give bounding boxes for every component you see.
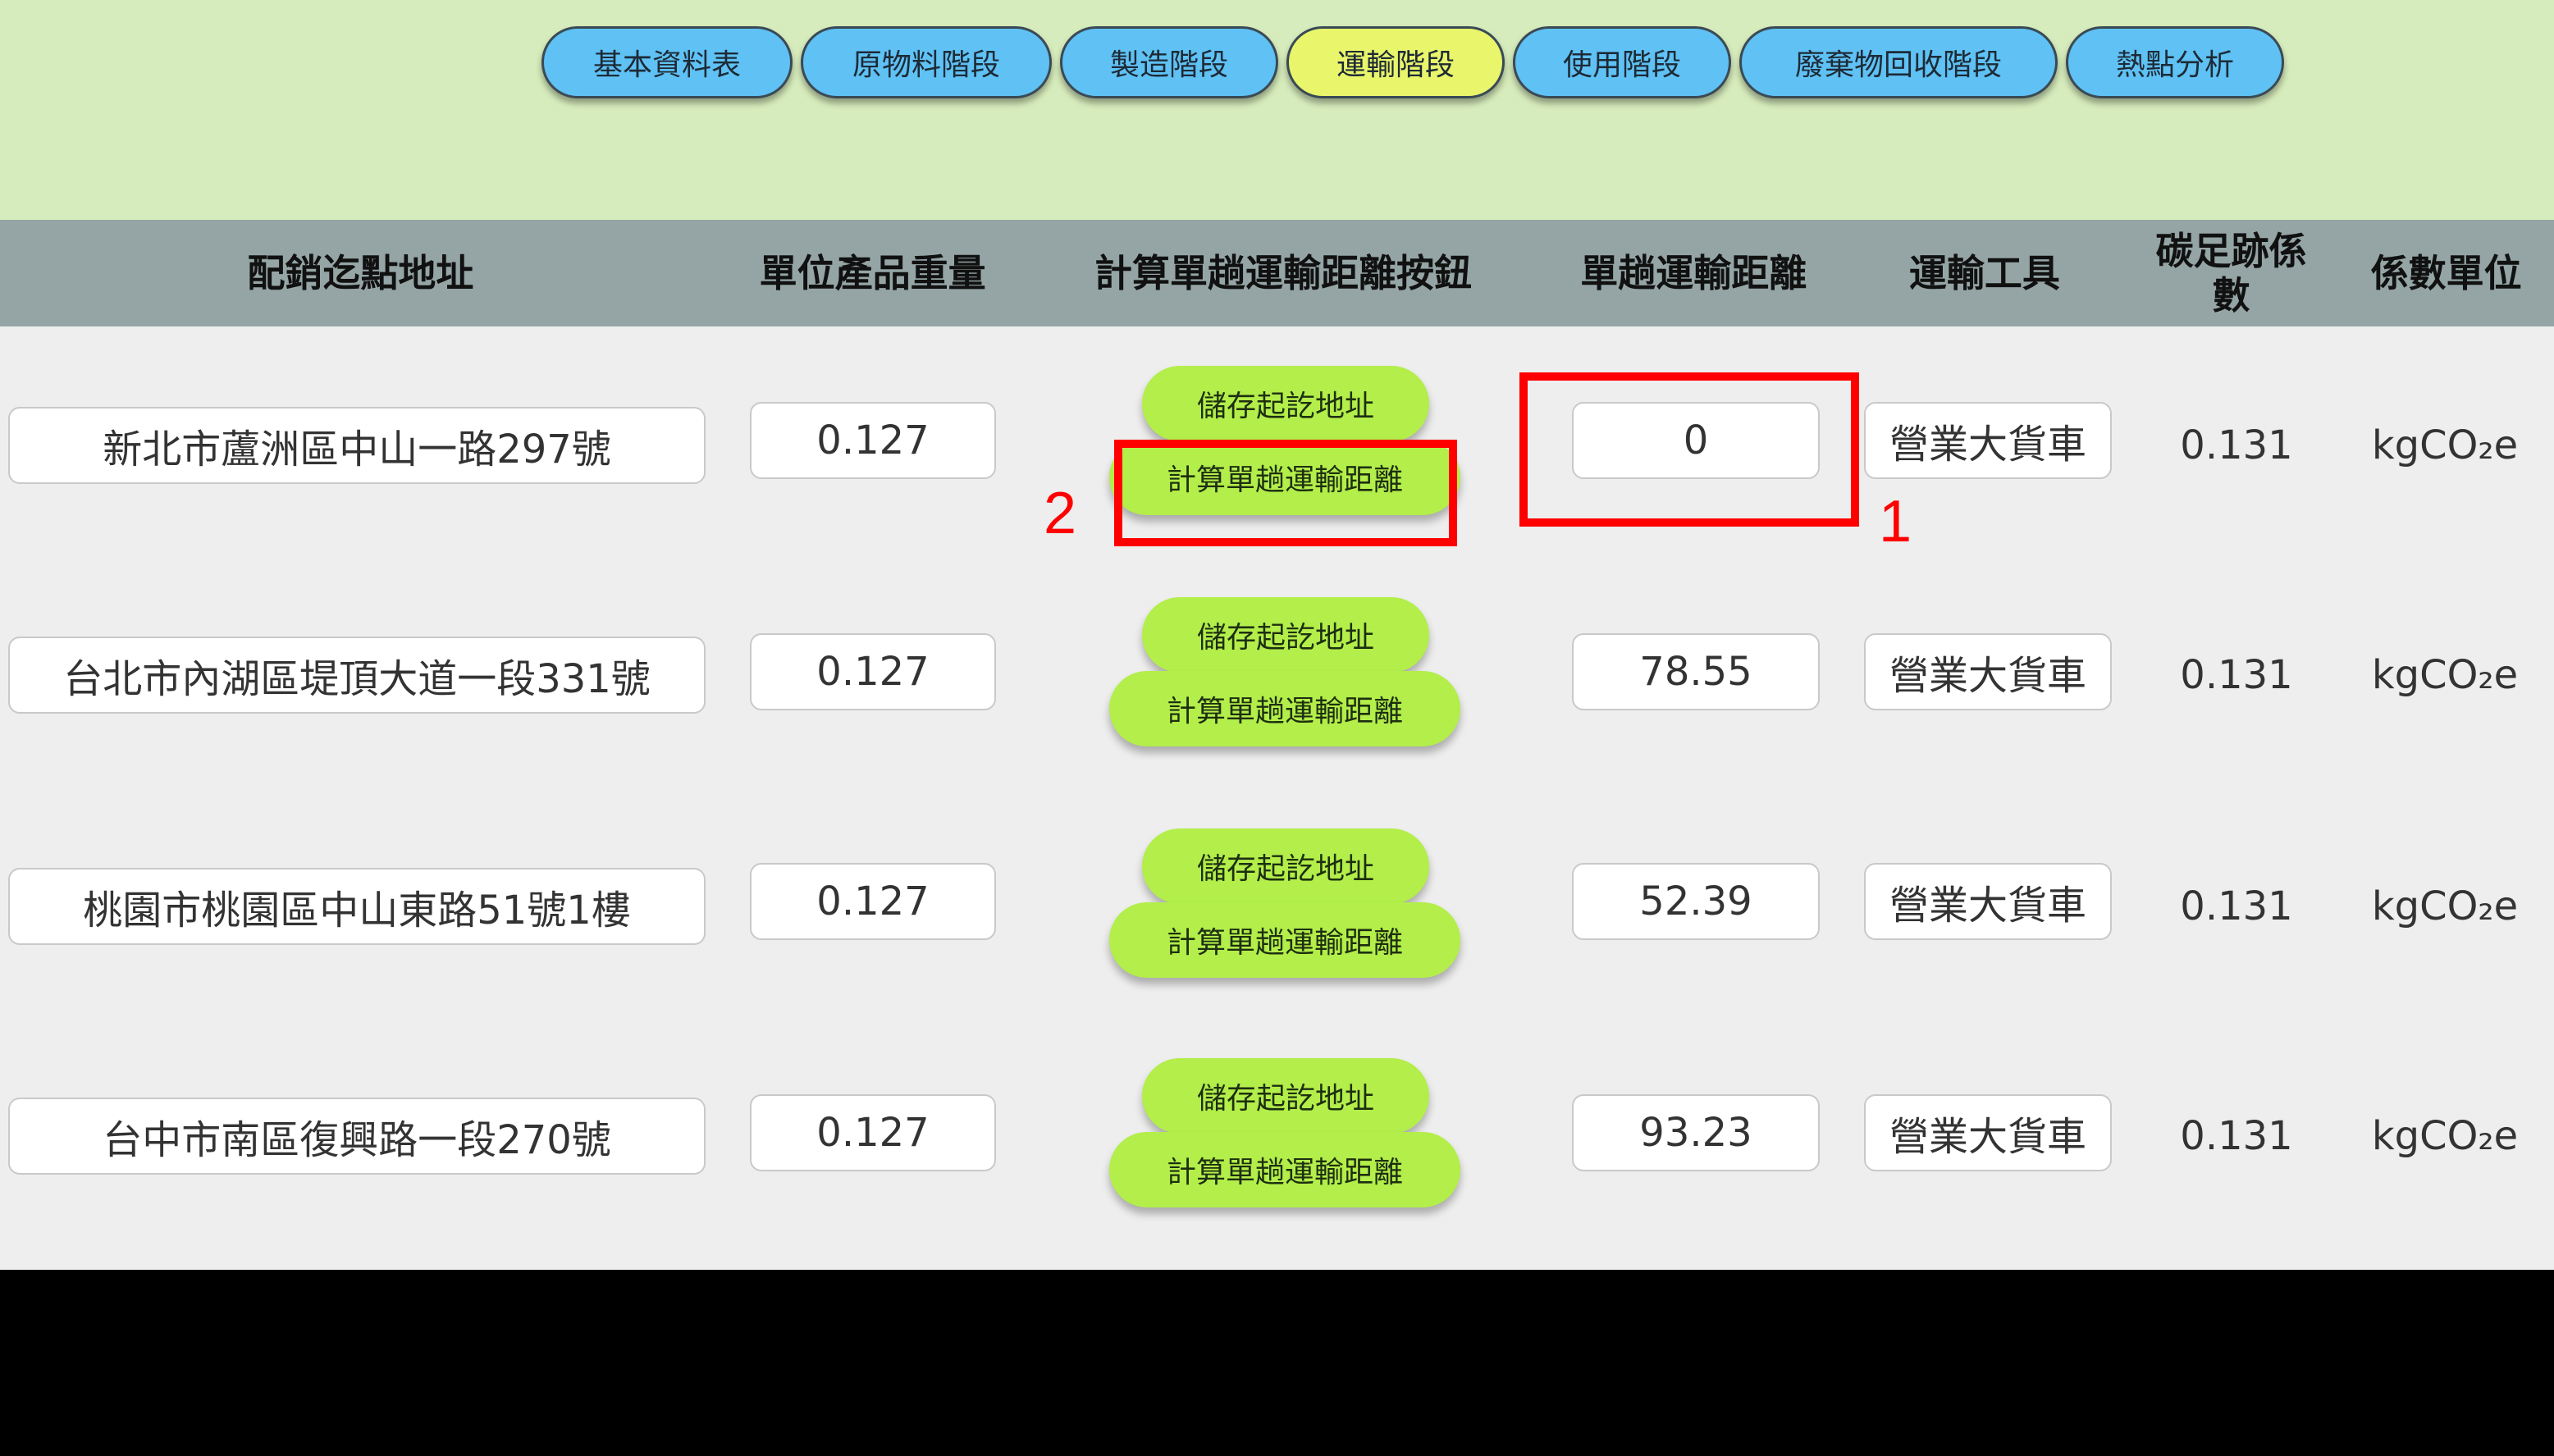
tab-usage[interactable]: 使用階段: [1513, 26, 1731, 98]
address-input[interactable]: 桃園市桃園區中山東路51號1樓: [8, 868, 706, 945]
header-calc-button: 計算單趟運輸距離按鈕: [1094, 251, 1472, 295]
app-window: 基本資料表 原物料階段 製造階段 運輸階段 使用階段 廢棄物回收階段 熱點分析 …: [0, 0, 2554, 1270]
header-weight: 單位產品重量: [759, 251, 986, 295]
weight-input[interactable]: 0.127: [750, 402, 996, 479]
address-input[interactable]: 新北市蘆洲區中山一路297號: [8, 407, 706, 484]
address-input[interactable]: 台中市南區復興路一段270號: [8, 1098, 706, 1175]
address-input[interactable]: 台北市內湖區堤頂大道一段331號: [8, 637, 706, 714]
tab-waste-recycling[interactable]: 廢棄物回收階段: [1739, 26, 2058, 98]
header-unit: 係數單位: [2370, 251, 2522, 295]
stage-nav: 基本資料表 原物料階段 製造階段 運輸階段 使用階段 廢棄物回收階段 熱點分析: [541, 26, 2284, 98]
weight-input[interactable]: 0.127: [750, 863, 996, 940]
unit-value: kgCO₂e: [2371, 422, 2519, 468]
highlight-box-distance: [1519, 372, 1859, 527]
table-header: 配銷迄點地址 單位產品重量 計算單趟運輸距離按鈕 單趟運輸距離 運輸工具 碳足跡…: [0, 220, 2554, 326]
weight-input[interactable]: 0.127: [750, 1094, 996, 1171]
calc-distance-button[interactable]: 計算單趟運輸距離: [1109, 671, 1460, 746]
annotation-mark-2: 2: [1044, 481, 1077, 546]
distance-input[interactable]: 78.55: [1572, 633, 1820, 710]
factor-value: 0.131: [2180, 652, 2293, 698]
tab-manufacturing[interactable]: 製造階段: [1060, 26, 1278, 98]
vehicle-select[interactable]: 營業大貨車: [1864, 863, 2112, 940]
tab-raw-material[interactable]: 原物料階段: [801, 26, 1052, 98]
header-vehicle: 運輸工具: [1908, 251, 2060, 295]
unit-value: kgCO₂e: [2371, 1113, 2519, 1159]
unit-value: kgCO₂e: [2371, 883, 2519, 929]
annotation-mark-1: 1: [1879, 489, 1912, 555]
vehicle-select[interactable]: 營業大貨車: [1864, 402, 2112, 479]
save-address-button[interactable]: 儲存起訖地址: [1142, 366, 1429, 441]
header-distance: 單趟運輸距離: [1580, 251, 1807, 295]
tab-basic-info[interactable]: 基本資料表: [541, 26, 793, 98]
tab-hotspot-analysis[interactable]: 熱點分析: [2066, 26, 2284, 98]
factor-value: 0.131: [2180, 1113, 2293, 1159]
save-address-button[interactable]: 儲存起訖地址: [1142, 597, 1429, 673]
header-factor: 碳足跡係數: [2155, 229, 2307, 317]
factor-value: 0.131: [2180, 422, 2293, 468]
distance-input[interactable]: 52.39: [1572, 863, 1820, 940]
save-address-button[interactable]: 儲存起訖地址: [1142, 1058, 1429, 1134]
weight-input[interactable]: 0.127: [750, 633, 996, 710]
vehicle-select[interactable]: 營業大貨車: [1864, 633, 2112, 710]
header-address: 配銷迄點地址: [247, 251, 474, 295]
vehicle-select[interactable]: 營業大貨車: [1864, 1094, 2112, 1171]
factor-value: 0.131: [2180, 883, 2293, 929]
top-banner: 基本資料表 原物料階段 製造階段 運輸階段 使用階段 廢棄物回收階段 熱點分析: [0, 0, 2554, 220]
highlight-box-calc-button: [1114, 440, 1457, 546]
tab-transport[interactable]: 運輸階段: [1286, 26, 1505, 98]
save-address-button[interactable]: 儲存起訖地址: [1142, 828, 1429, 904]
calc-distance-button[interactable]: 計算單趟運輸距離: [1109, 902, 1460, 978]
distance-input[interactable]: 93.23: [1572, 1094, 1820, 1171]
calc-distance-button[interactable]: 計算單趟運輸距離: [1109, 1132, 1460, 1207]
unit-value: kgCO₂e: [2371, 652, 2519, 698]
